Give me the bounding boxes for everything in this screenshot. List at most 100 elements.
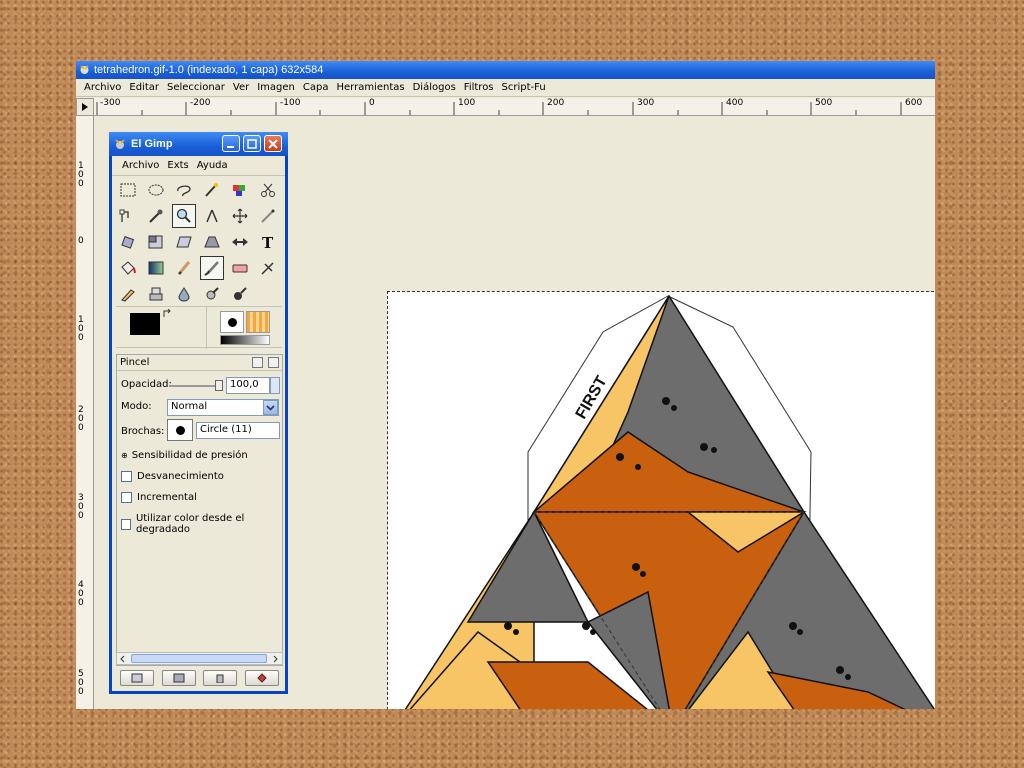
brush-label: Brochas: (121, 426, 165, 437)
expander-icon: ⊕ (121, 451, 128, 460)
restore-options-button[interactable] (161, 670, 196, 686)
pattern-preview[interactable] (246, 311, 270, 333)
measure-icon[interactable] (200, 204, 224, 228)
scroll-right-icon[interactable] (270, 654, 280, 664)
vertical-ruler[interactable]: 100 0 100 200 300 400 500 (76, 116, 94, 709)
brush-row: Brochas: (121, 426, 164, 437)
brush-preview[interactable] (220, 311, 244, 333)
maximize-button[interactable] (243, 135, 261, 152)
window-titlebar[interactable]: tetrahedron.gif-1.0 (indexado, 1 capa) 6… (76, 61, 935, 79)
ruler-label: 0 (78, 236, 84, 246)
paths-icon[interactable] (116, 204, 140, 228)
checkbox[interactable] (121, 492, 132, 503)
toolbox-titlebar[interactable]: El Gimp (109, 132, 288, 156)
ink-icon[interactable] (116, 282, 140, 306)
menu-filtros[interactable]: Filtros (460, 82, 498, 93)
checkbox-label: Incremental (137, 492, 197, 503)
pressure-expander[interactable]: ⊕ Sensibilidad de presión (121, 450, 248, 461)
eraser-icon[interactable] (228, 256, 252, 280)
color-picker-icon[interactable] (144, 204, 168, 228)
opacity-slider-track[interactable] (169, 385, 219, 387)
save-options-button[interactable] (119, 670, 154, 686)
ruler-ticks (96, 102, 902, 115)
text-icon[interactable]: T (256, 230, 280, 254)
rotate-icon[interactable] (116, 230, 140, 254)
toolbox-menu-ayuda[interactable]: Ayuda (193, 160, 232, 171)
checkbox-gradient-color[interactable]: Utilizar color desde el degradado (121, 513, 282, 535)
blur-icon[interactable] (172, 282, 196, 306)
ellipse-select-icon[interactable] (144, 178, 168, 202)
tool-options-panel: Pincel Opacidad: 100,0 Modo: Normal Broc… (116, 354, 283, 666)
opacity-spin-button[interactable] (270, 377, 280, 394)
svg-text:T: T (262, 234, 274, 250)
close-icon (268, 139, 278, 149)
tool-options-scrollbar[interactable] (116, 652, 283, 665)
scale-icon[interactable] (144, 230, 168, 254)
brush-shape-icon (176, 426, 185, 435)
brush-select-button[interactable] (167, 419, 193, 441)
panel-menu-button[interactable] (252, 357, 263, 368)
mode-row: Modo: (121, 401, 152, 412)
paintbrush-icon[interactable] (200, 256, 224, 280)
horizontal-ruler[interactable]: -300 -200 -100 0 100 200 300 400 500 600 (94, 98, 935, 116)
checkbox[interactable] (121, 518, 131, 530)
tool-options-title: Pincel (120, 357, 150, 368)
gradient-preview[interactable] (220, 335, 270, 345)
flip-icon[interactable] (228, 230, 252, 254)
menu-herramientas[interactable]: Herramientas (332, 82, 408, 93)
smudge-icon[interactable] (200, 282, 224, 306)
clone-icon[interactable] (144, 282, 168, 306)
scrollbar-thumb[interactable] (131, 654, 267, 663)
tool-options-buttons (116, 668, 283, 688)
menu-dialogos[interactable]: Diálogos (409, 82, 460, 93)
menu-imagen[interactable]: Imagen (253, 82, 299, 93)
checkbox-fade[interactable]: Desvanecimiento (121, 471, 224, 482)
menu-script-fu[interactable]: Script-Fu (498, 82, 550, 93)
color-select-icon[interactable] (228, 178, 252, 202)
swap-colors-icon[interactable] (162, 309, 172, 319)
gimp-wilber-icon (80, 65, 89, 74)
rect-select-icon[interactable] (116, 178, 140, 202)
opacity-input[interactable]: 100,0 (226, 377, 270, 394)
scroll-left-icon[interactable] (118, 654, 128, 664)
dodge-burn-icon[interactable] (228, 282, 252, 306)
pencil-icon[interactable] (172, 256, 196, 280)
window-title: tetrahedron.gif-1.0 (indexado, 1 capa) 6… (94, 64, 324, 76)
save-icon (131, 673, 143, 683)
mode-dropdown-button[interactable] (263, 400, 278, 415)
bucket-fill-icon[interactable] (116, 256, 140, 280)
blend-icon[interactable] (144, 256, 168, 280)
image-canvas[interactable]: FIRST (387, 291, 935, 709)
lasso-icon[interactable] (172, 178, 196, 202)
ruler-label: 400 (78, 580, 84, 608)
color-area (116, 306, 282, 349)
shear-icon[interactable] (172, 230, 196, 254)
brush-name-field[interactable]: Circle (11) (196, 422, 280, 439)
menu-ver[interactable]: Ver (229, 82, 253, 93)
perspective-icon[interactable] (200, 230, 224, 254)
menu-archivo[interactable]: Archivo (80, 82, 125, 93)
reset-options-button[interactable] (245, 670, 280, 686)
checkbox-incremental[interactable]: Incremental (121, 492, 197, 503)
opacity-slider-handle[interactable] (215, 380, 223, 391)
quick-mask-toggle[interactable] (76, 98, 94, 116)
image-menubar: Archivo Editar Seleccionar Ver Imagen Ca… (76, 79, 935, 97)
checkbox[interactable] (121, 471, 132, 482)
toolbox-menu-archivo[interactable]: Archivo (118, 160, 163, 171)
crop-icon[interactable] (256, 204, 280, 228)
toolbox-menu-exts[interactable]: Exts (163, 160, 192, 171)
minimize-button[interactable] (222, 135, 240, 152)
menu-seleccionar[interactable]: Seleccionar (163, 82, 229, 93)
tetrahedron-artwork[interactable]: FIRST (388, 292, 935, 709)
fuzzy-select-icon[interactable] (200, 178, 224, 202)
scissors-icon[interactable] (256, 178, 280, 202)
zoom-icon[interactable] (172, 204, 196, 228)
brush-dot (228, 318, 237, 327)
close-button[interactable] (264, 135, 282, 152)
move-icon[interactable] (228, 204, 252, 228)
delete-options-button[interactable] (203, 670, 238, 686)
airbrush-icon[interactable] (256, 256, 280, 280)
menu-capa[interactable]: Capa (299, 82, 333, 93)
panel-close-button[interactable] (268, 357, 279, 368)
menu-editar[interactable]: Editar (125, 82, 163, 93)
